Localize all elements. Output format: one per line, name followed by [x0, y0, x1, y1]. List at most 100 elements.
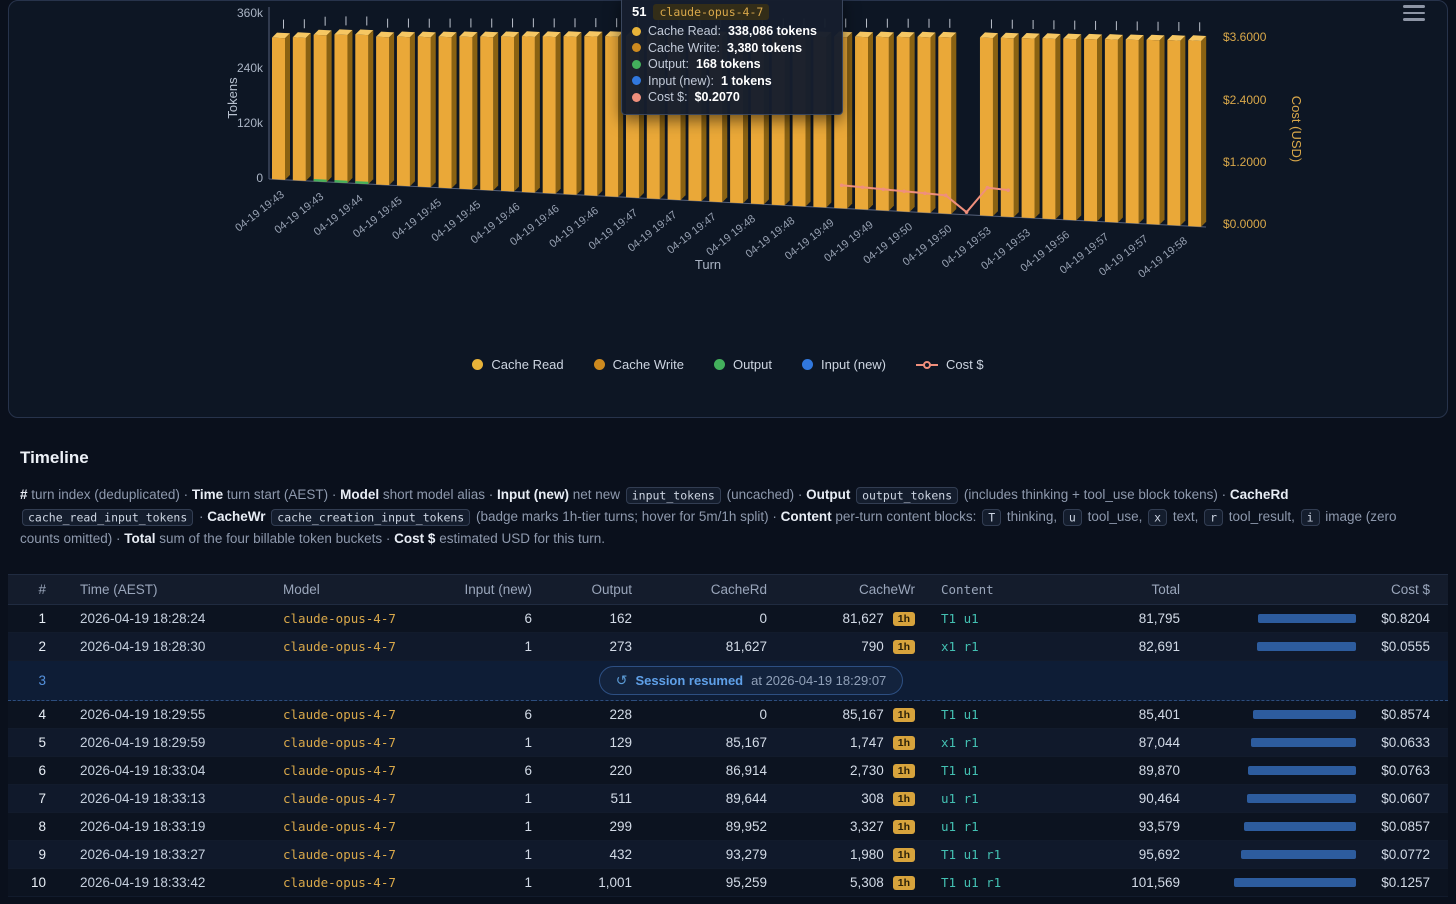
total-bar [1258, 614, 1356, 623]
chart-legend: Cache Read Cache Write Output Input (new) Co… [9, 357, 1447, 372]
cell-input: 1 [434, 632, 534, 661]
tooltip-turn-number: 51 [632, 4, 647, 19]
tooltip-series-label: Cache Read: [648, 24, 721, 38]
cell-cacherd: 89,644 [634, 784, 769, 813]
col-header-cacherd: CacheRd [634, 574, 769, 605]
1h-tier-badge[interactable]: 1h [892, 791, 915, 807]
cell-cacherd: 95,259 [634, 868, 769, 897]
timeline-section: Timeline # turn index (deduplicated) · T… [20, 448, 1436, 550]
cost-value: $0.8574 [1381, 707, 1430, 722]
cell-output: 129 [534, 728, 634, 757]
cell-turn-index: 7 [8, 784, 54, 813]
session-resumed-label: Session resumed [635, 673, 744, 688]
table-row[interactable]: 7 2026-04-19 18:33:13 claude-opus-4-7 1 511 8… [8, 784, 1448, 813]
1h-tier-badge[interactable]: 1h [892, 819, 915, 835]
col-header-total: Total [1047, 574, 1182, 605]
legend-label: Cache Write [612, 357, 684, 372]
svg-text:$2.4000: $2.4000 [1223, 93, 1267, 107]
1h-tier-badge[interactable]: 1h [892, 735, 915, 751]
col-header-content: Content [917, 574, 1047, 605]
description-text: · [195, 509, 208, 524]
total-bar [1251, 738, 1356, 747]
legend-dot-marker-icon [593, 359, 605, 370]
tooltip-series-row: Cache Read: 338,086 tokens [632, 23, 832, 40]
cell-time: 2026-04-19 18:28:24 [54, 604, 259, 633]
cell-cost: $0.8574 [1182, 700, 1448, 729]
1h-tier-badge[interactable]: 1h [892, 875, 915, 891]
tooltip-series-value: 1 tokens [721, 73, 772, 88]
tooltip-series-label: Output: [648, 57, 689, 71]
cell-model: claude-opus-4-7 [259, 840, 434, 869]
cell-cost: $0.0633 [1182, 728, 1448, 757]
description-text [266, 509, 270, 524]
chart-tooltip: 51 claude-opus-4-7 Cache Read: 338,086 tok… [621, 0, 843, 115]
table-row[interactable]: 1 2026-04-19 18:28:24 claude-opus-4-7 6 162 0… [8, 604, 1448, 633]
cell-total: 93,579 [1047, 812, 1182, 841]
cell-cacherd: 81,627 [634, 632, 769, 661]
cell-time: 2026-04-19 18:33:27 [54, 840, 259, 869]
cost-value: $0.0607 [1381, 791, 1430, 806]
description-text: Time [191, 487, 224, 502]
code-chip: r [1204, 508, 1224, 526]
code-chip: input_tokens [625, 486, 721, 504]
legend-dot-marker-icon [472, 359, 484, 370]
table-row[interactable]: 6 2026-04-19 18:33:04 claude-opus-4-7 6 220 8… [8, 756, 1448, 785]
description-text: Output [806, 487, 851, 502]
legend-label: Cost $ [946, 357, 984, 372]
menu-icon[interactable] [1403, 5, 1425, 25]
table-row[interactable]: 2 2026-04-19 18:28:30 claude-opus-4-7 1 273 8… [8, 632, 1448, 661]
cell-output: 511 [534, 784, 634, 813]
cell-model: claude-opus-4-7 [259, 868, 434, 897]
cell-content-blocks: T1 u1 r1 [917, 868, 1047, 897]
session-resumed-timestamp: at 2026-04-19 18:29:07 [751, 673, 887, 688]
cell-input: 1 [434, 840, 534, 869]
table-row[interactable]: 9 2026-04-19 18:33:27 claude-opus-4-7 1 432 9… [8, 840, 1448, 869]
table-row[interactable]: 5 2026-04-19 18:29:59 claude-opus-4-7 1 129 8… [8, 728, 1448, 757]
table-row[interactable]: 10 2026-04-19 18:33:42 claude-opus-4-7 1 1,0… [8, 868, 1448, 897]
cell-total: 90,464 [1047, 784, 1182, 813]
1h-tier-badge[interactable]: 1h [892, 707, 915, 723]
tooltip-series-label: Cache Write: [648, 40, 721, 55]
series-color-dot-icon [632, 92, 641, 102]
cell-content-blocks: T1 u1 r1 [917, 840, 1047, 869]
table-row[interactable]: 4 2026-04-19 18:29:55 claude-opus-4-7 6 228 0… [8, 700, 1448, 729]
code-chip: output_tokens [856, 486, 959, 504]
cell-cachewr: 85,167 1h [769, 700, 917, 729]
cell-model: claude-opus-4-7 [259, 812, 434, 841]
total-bar [1234, 878, 1356, 887]
code-chip: u [1062, 508, 1082, 526]
cost-value: $0.0857 [1381, 819, 1430, 834]
1h-tier-badge[interactable]: 1h [892, 611, 915, 627]
total-bar [1244, 822, 1356, 831]
legend-item[interactable]: Cache Read [472, 357, 564, 372]
cachewr-value: 85,167 [842, 706, 884, 722]
code-chip: cache_creation_input_tokens [271, 508, 471, 526]
legend-item[interactable]: Output [713, 357, 772, 372]
1h-tier-badge[interactable]: 1h [892, 639, 915, 655]
cell-time: 2026-04-19 18:33:13 [54, 784, 259, 813]
svg-text:0: 0 [256, 171, 263, 185]
total-bar [1247, 794, 1356, 803]
cell-cachewr: 2,730 1h [769, 756, 917, 785]
cell-output: 162 [534, 604, 634, 633]
timeline-table: # Time (AEST) Model Input (new) Output CacheR… [8, 574, 1448, 897]
legend-item[interactable]: Cost $ [916, 357, 984, 372]
series-color-dot-icon [632, 59, 641, 69]
session-row-index-link[interactable]: 3 [8, 660, 54, 701]
1h-tier-badge[interactable]: 1h [892, 847, 915, 863]
description-text: turn index (deduplicated) · [31, 487, 192, 502]
legend-item[interactable]: Input (new) [801, 357, 886, 372]
cell-output: 220 [534, 756, 634, 785]
total-bar [1253, 710, 1356, 719]
tooltip-series-value: 338,086 tokens [727, 24, 817, 38]
cell-cachewr: 5,308 1h [769, 868, 917, 897]
1h-tier-badge[interactable]: 1h [892, 763, 915, 779]
cachewr-value: 2,730 [849, 762, 884, 778]
cachewr-value: 3,327 [849, 818, 884, 834]
cell-time: 2026-04-19 18:33:04 [54, 756, 259, 785]
col-header-idx: # [8, 574, 54, 605]
table-row[interactable]: 8 2026-04-19 18:33:19 claude-opus-4-7 1 299 8… [8, 812, 1448, 841]
legend-item[interactable]: Cache Write [593, 357, 684, 372]
description-text: Model [340, 487, 380, 502]
cell-cost: $0.0607 [1182, 784, 1448, 813]
